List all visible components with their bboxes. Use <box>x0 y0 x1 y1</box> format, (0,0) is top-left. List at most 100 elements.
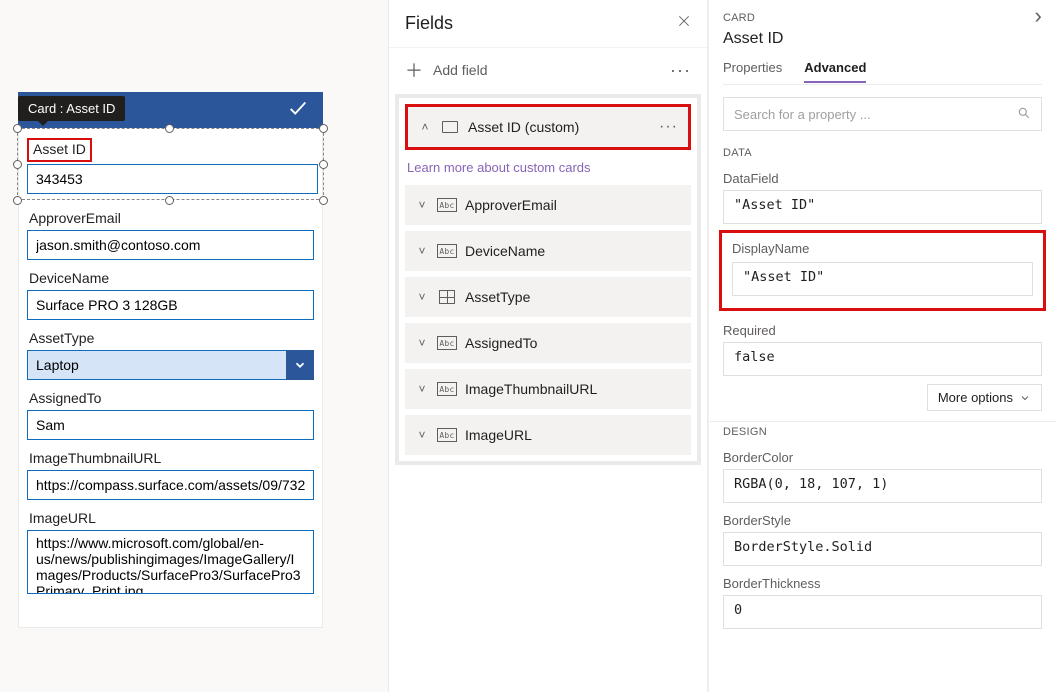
search-placeholder: Search for a property ... <box>734 107 871 122</box>
text-field-icon: Abc <box>437 428 457 442</box>
card-image-url[interactable]: ImageURL <box>19 500 322 599</box>
add-field-label: Add field <box>433 62 487 78</box>
text-field-icon: Abc <box>437 198 457 212</box>
card-image-thumbnail-url[interactable]: ImageThumbnailURL <box>19 440 322 500</box>
card-asset-id[interactable]: Asset ID <box>19 128 323 204</box>
close-icon[interactable] <box>677 14 691 33</box>
card-tooltip: Card : Asset ID <box>18 96 125 121</box>
field-row-approver-email[interactable]: ˅ Abc ApproverEmail <box>405 185 691 225</box>
chevron-down-icon: ˅ <box>415 244 429 258</box>
prop-value-bordercolor[interactable]: RGBA(0, 18, 107, 1) <box>723 469 1042 503</box>
more-options-label: More options <box>938 390 1013 405</box>
more-options-button[interactable]: More options <box>927 384 1042 411</box>
more-icon[interactable]: ··· <box>659 118 678 136</box>
field-label: ImageThumbnailURL <box>465 381 681 397</box>
card-label: AssignedTo <box>29 390 314 406</box>
resize-handle[interactable] <box>165 196 174 205</box>
chevron-up-icon: ˄ <box>418 120 432 134</box>
field-row-asset-type[interactable]: ˅ AssetType <box>405 277 691 317</box>
field-label: DeviceName <box>465 243 681 259</box>
prop-value-borderstyle[interactable]: BorderStyle.Solid <box>723 532 1042 566</box>
resize-handle[interactable] <box>165 124 174 133</box>
prop-bordercolor: BorderColor RGBA(0, 18, 107, 1) <box>709 442 1056 505</box>
tab-properties[interactable]: Properties <box>723 60 782 83</box>
more-icon[interactable]: ··· <box>670 61 691 79</box>
field-label: AssetType <box>465 289 681 305</box>
chevron-right-icon[interactable] <box>1034 10 1042 26</box>
resize-handle[interactable] <box>13 196 22 205</box>
prop-value-borderthickness[interactable]: 0 <box>723 595 1042 629</box>
canvas-area: Card : Asset ID Asset ID ApproverEmail <box>0 0 388 692</box>
prop-datafield: DataField "Asset ID" <box>709 163 1056 226</box>
text-field-icon: Abc <box>437 336 457 350</box>
card-caption: CARD <box>723 12 755 24</box>
card-input-image-thumbnail-url[interactable] <box>27 470 314 500</box>
chevron-down-icon: ˅ <box>415 290 429 304</box>
text-field-icon: Abc <box>437 382 457 396</box>
card-input-approver-email[interactable] <box>27 230 314 260</box>
field-row-device-name[interactable]: ˅ Abc DeviceName <box>405 231 691 271</box>
card-label: ImageURL <box>29 510 314 526</box>
card-icon <box>440 120 460 134</box>
tab-advanced[interactable]: Advanced <box>804 60 866 83</box>
prop-label: Required <box>723 323 1042 338</box>
field-label: AssignedTo <box>465 335 681 351</box>
prop-label: BorderColor <box>723 450 1042 465</box>
chevron-down-icon <box>1019 392 1031 404</box>
card-label: DeviceName <box>29 270 314 286</box>
fields-panel-title: Fields <box>405 13 453 34</box>
field-row-image-url[interactable]: ˅ Abc ImageURL <box>405 415 691 455</box>
resize-handle[interactable] <box>319 160 328 169</box>
prop-borderstyle: BorderStyle BorderStyle.Solid <box>709 505 1056 568</box>
prop-label: BorderThickness <box>723 576 1042 591</box>
resize-handle[interactable] <box>13 124 22 133</box>
prop-label: DataField <box>723 171 1042 186</box>
property-search-input[interactable]: Search for a property ... <box>723 97 1042 131</box>
card-device-name[interactable]: DeviceName <box>19 260 322 320</box>
plus-icon: ＋ <box>405 57 423 83</box>
chevron-down-icon: ˅ <box>415 382 429 396</box>
fields-panel: Fields ＋ Add field ··· ˄ Asset ID (custo… <box>388 0 708 692</box>
prop-value-required[interactable]: false <box>723 342 1042 376</box>
card-label: AssetType <box>29 330 314 346</box>
properties-panel: CARD Asset ID Properties Advanced Search… <box>708 0 1056 692</box>
prop-label: BorderStyle <box>723 513 1042 528</box>
section-design: DESIGN <box>709 421 1056 442</box>
field-label: ImageURL <box>465 427 681 443</box>
chevron-down-icon[interactable] <box>286 350 314 380</box>
prop-value-datafield[interactable]: "Asset ID" <box>723 190 1042 224</box>
prop-borderthickness: BorderThickness 0 <box>709 568 1056 631</box>
table-icon <box>437 290 457 304</box>
card-select-asset-type[interactable] <box>27 350 314 380</box>
learn-more-link[interactable]: Learn more about custom cards <box>405 156 691 185</box>
prop-value-displayname[interactable]: "Asset ID" <box>732 262 1033 296</box>
prop-displayname-highlight: DisplayName "Asset ID" <box>719 230 1046 311</box>
card-assigned-to[interactable]: AssignedTo <box>19 380 322 440</box>
prop-required: Required false <box>709 315 1056 378</box>
field-row-asset-id[interactable]: ˄ Asset ID (custom) ··· <box>405 104 691 150</box>
resize-handle[interactable] <box>13 160 22 169</box>
text-field-icon: Abc <box>437 244 457 258</box>
field-label: ApproverEmail <box>465 197 681 213</box>
add-field-button[interactable]: ＋ Add field <box>405 57 487 83</box>
card-input-assigned-to[interactable] <box>27 410 314 440</box>
card-input-asset-id[interactable] <box>27 164 318 194</box>
card-label: ImageThumbnailURL <box>29 450 314 466</box>
card-input-device-name[interactable] <box>27 290 314 320</box>
field-label: Asset ID (custom) <box>468 119 651 135</box>
checkmark-icon[interactable] <box>287 97 309 124</box>
search-icon <box>1017 106 1031 123</box>
card-label: Asset ID <box>33 141 86 157</box>
resize-handle[interactable] <box>319 124 328 133</box>
card-approver-email[interactable]: ApproverEmail <box>19 200 322 260</box>
resize-handle[interactable] <box>319 196 328 205</box>
field-row-image-thumbnail-url[interactable]: ˅ Abc ImageThumbnailURL <box>405 369 691 409</box>
section-data: DATA <box>709 143 1056 163</box>
chevron-down-icon: ˅ <box>415 336 429 350</box>
chevron-down-icon: ˅ <box>415 198 429 212</box>
field-row-assigned-to[interactable]: ˅ Abc AssignedTo <box>405 323 691 363</box>
chevron-down-icon: ˅ <box>415 428 429 442</box>
card-asset-type[interactable]: AssetType <box>19 320 322 380</box>
prop-label: DisplayName <box>732 241 1033 256</box>
card-input-image-url[interactable] <box>27 530 314 594</box>
